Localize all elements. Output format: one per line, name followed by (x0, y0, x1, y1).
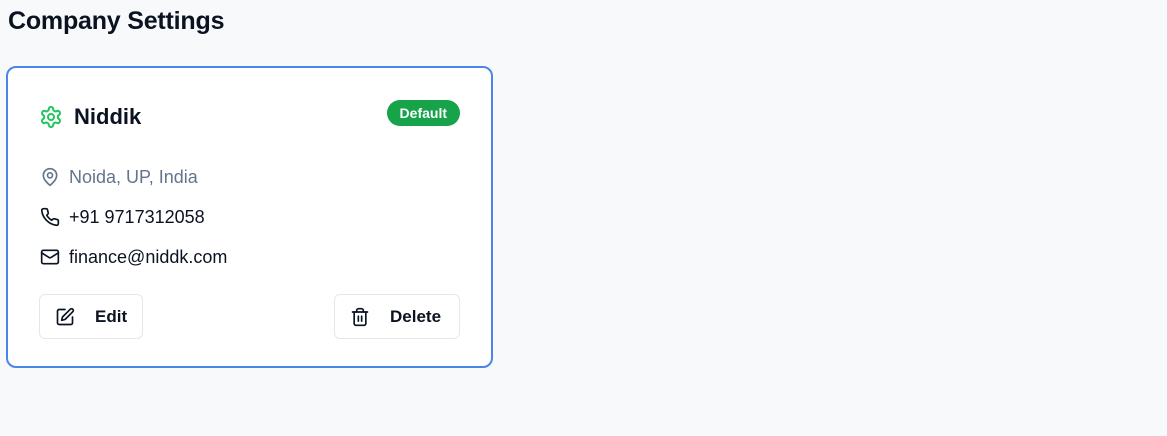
company-location: Noida, UP, India (39, 166, 198, 188)
company-email: finance@niddk.com (39, 246, 227, 268)
delete-button[interactable]: Delete (334, 294, 460, 339)
company-header: Niddik (39, 104, 141, 130)
phone-icon (39, 206, 61, 228)
page-title: Company Settings (8, 7, 225, 35)
map-pin-icon (39, 166, 61, 188)
delete-button-label: Delete (390, 306, 442, 326)
mail-icon (39, 246, 61, 268)
company-card: Niddik Default Noida, UP, India +91 9717… (6, 66, 493, 368)
edit-button[interactable]: Edit (39, 294, 143, 339)
gear-icon (39, 105, 63, 129)
phone-text: +91 9717312058 (69, 206, 205, 227)
company-name: Niddik (74, 104, 142, 129)
edit-button-label: Edit (95, 306, 128, 326)
trash-icon (350, 307, 370, 327)
email-text: finance@niddk.com (69, 246, 228, 267)
company-phone: +91 9717312058 (39, 206, 205, 228)
location-text: Noida, UP, India (69, 166, 198, 187)
default-badge: Default (386, 100, 460, 126)
edit-icon (55, 307, 75, 327)
